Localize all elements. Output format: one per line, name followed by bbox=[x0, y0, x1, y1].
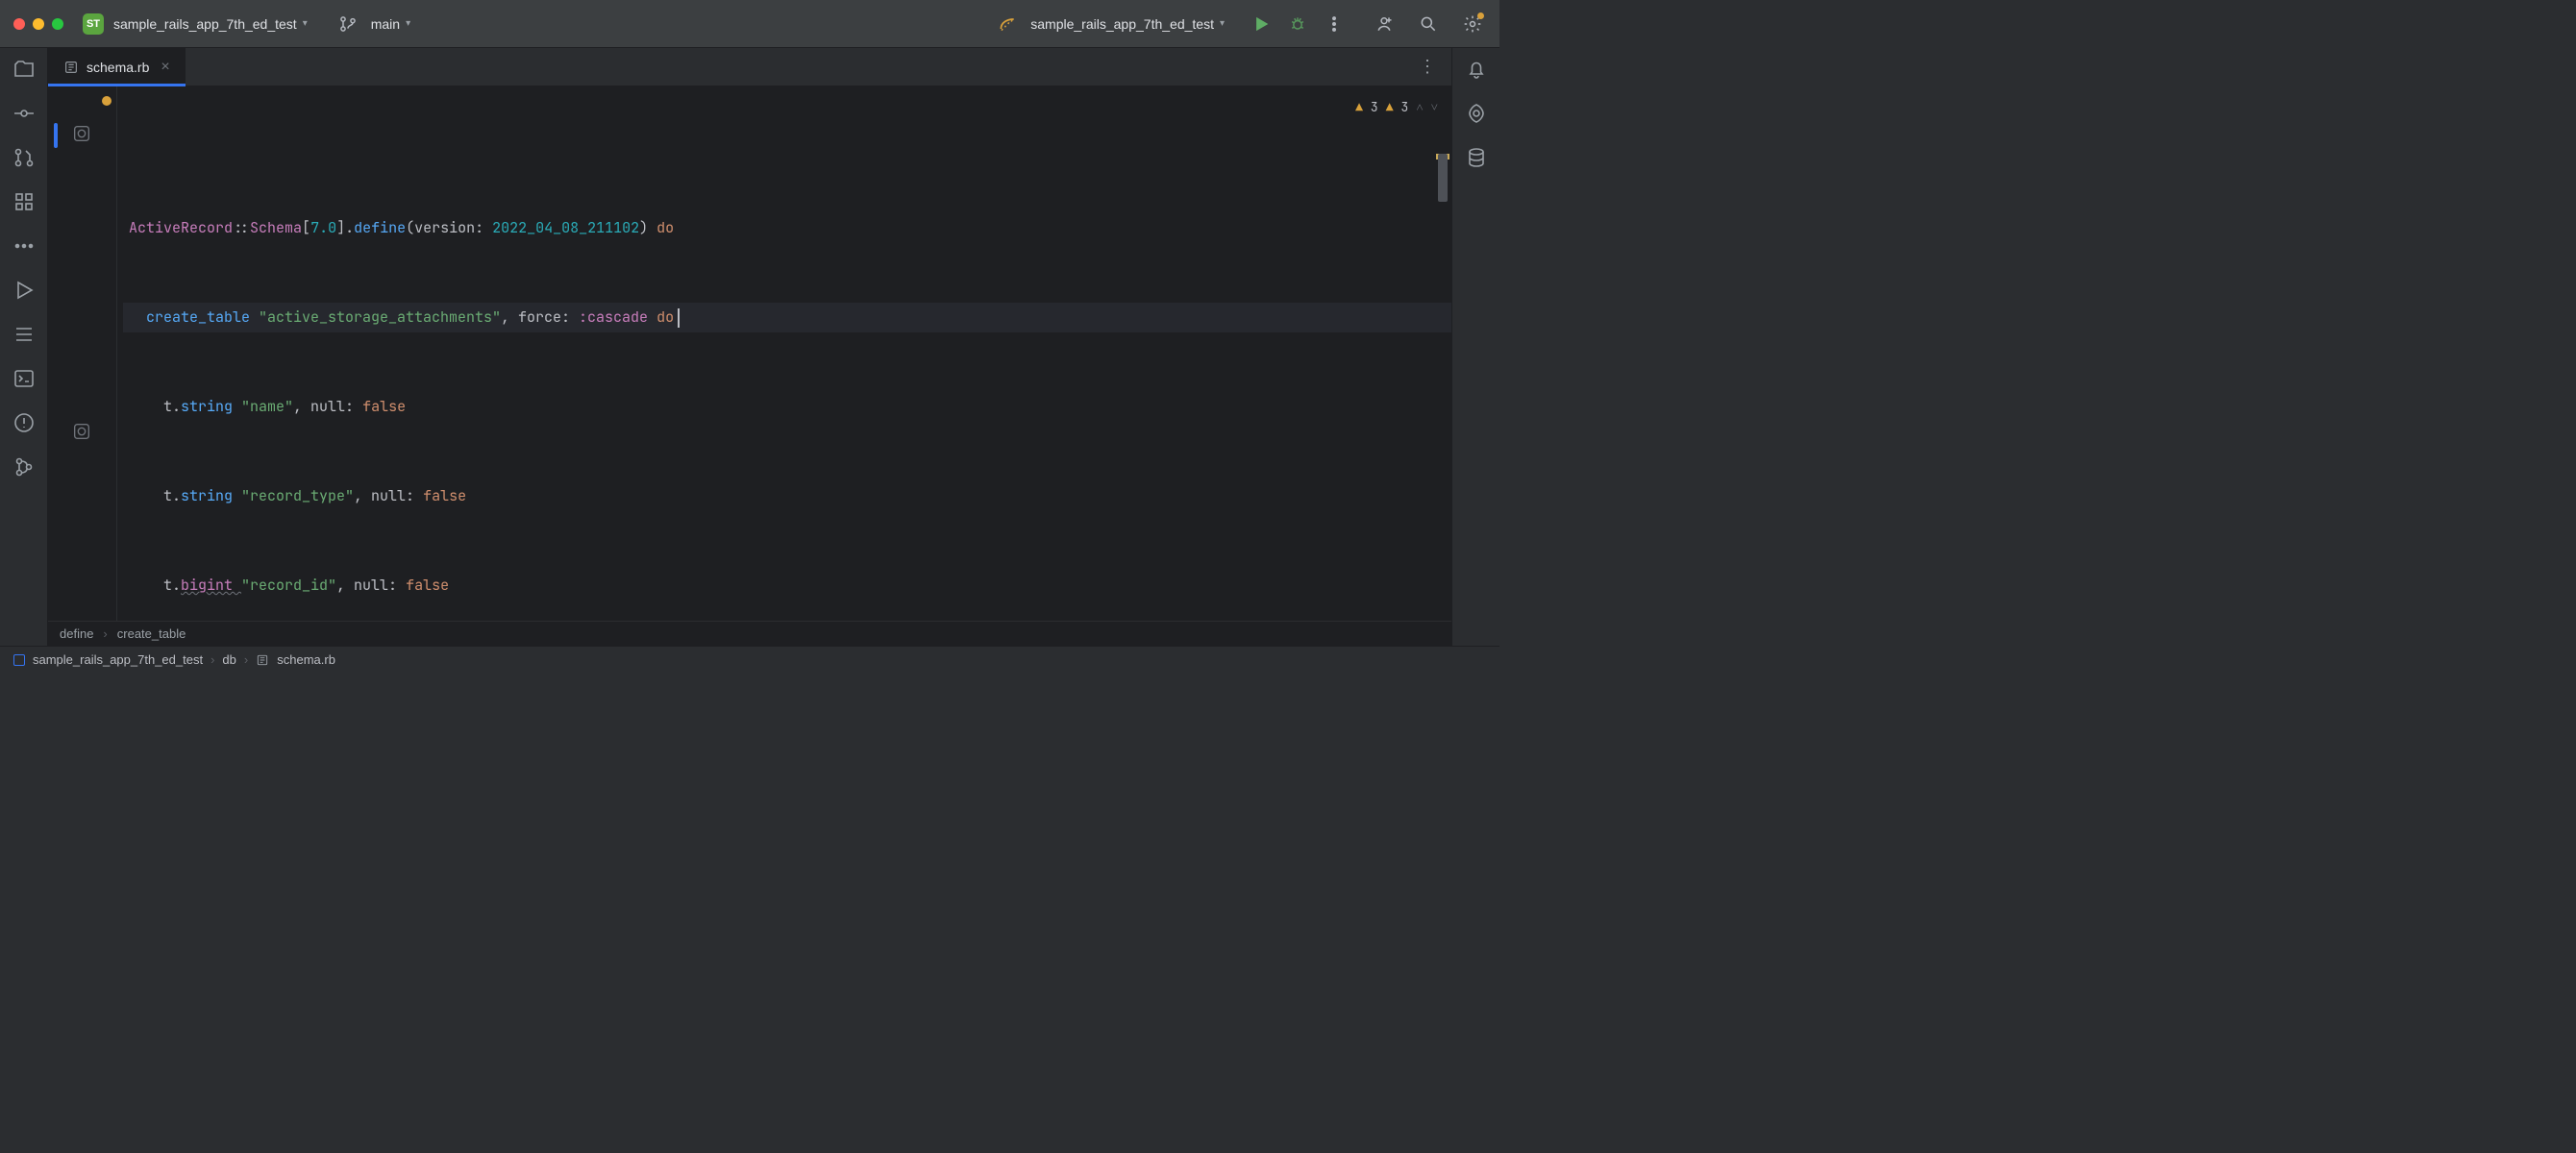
database-tool-icon[interactable] bbox=[1465, 146, 1488, 169]
run-config-name: sample_rails_app_7th_ed_test bbox=[1030, 16, 1214, 32]
crumb-sep: › bbox=[103, 626, 107, 641]
scrollbar-thumb[interactable] bbox=[1438, 154, 1448, 202]
code-with-me-icon[interactable] bbox=[1371, 11, 1398, 37]
project-tool-icon[interactable] bbox=[12, 58, 36, 81]
structure-tool-icon[interactable] bbox=[12, 190, 36, 213]
current-line: create_table "active_storage_attachments… bbox=[123, 303, 1451, 332]
notifications-icon[interactable] bbox=[1465, 58, 1488, 81]
inspection-widget[interactable]: ▲3 ▲3 ˄ ˅ bbox=[1355, 92, 1438, 122]
rails-icon bbox=[994, 11, 1021, 37]
debug-button[interactable] bbox=[1284, 11, 1311, 37]
more-actions-icon[interactable] bbox=[1321, 11, 1348, 37]
minimize-window[interactable] bbox=[33, 18, 44, 30]
nav-file[interactable]: schema.rb bbox=[277, 652, 335, 667]
module-icon bbox=[13, 654, 25, 666]
run-config-selector[interactable]: sample_rails_app_7th_ed_test ▾ bbox=[1030, 16, 1225, 32]
crumb-define[interactable]: define bbox=[60, 626, 93, 641]
ruby-file-icon bbox=[256, 653, 269, 667]
terminal-tool-icon[interactable] bbox=[12, 367, 36, 390]
search-icon[interactable] bbox=[1415, 11, 1442, 37]
editor-area: schema.rb × ⋮ ▲3 ▲3 ˄ ˅ ActiveRecord:: bbox=[48, 48, 1451, 646]
vcs-tool-icon[interactable] bbox=[12, 455, 36, 478]
tab-overflow-icon[interactable]: ⋮ bbox=[1411, 57, 1444, 77]
titlebar: ST sample_rails_app_7th_ed_test ▾ main ▾… bbox=[0, 0, 1499, 48]
gutter-rails-icon[interactable] bbox=[71, 123, 92, 144]
ai-assistant-icon[interactable] bbox=[1465, 102, 1488, 125]
zoom-window[interactable] bbox=[52, 18, 63, 30]
navigation-bar[interactable]: sample_rails_app_7th_ed_test › db › sche… bbox=[0, 646, 1499, 673]
branch-icon[interactable] bbox=[334, 11, 361, 37]
project-badge: ST bbox=[83, 13, 104, 35]
project-name: sample_rails_app_7th_ed_test bbox=[113, 16, 297, 32]
problems-tool-icon[interactable] bbox=[12, 411, 36, 434]
left-toolstrip bbox=[0, 48, 48, 646]
window-controls bbox=[13, 18, 63, 30]
ruby-file-icon bbox=[63, 60, 79, 75]
settings-icon[interactable] bbox=[1459, 11, 1486, 37]
inspection-status-dot[interactable] bbox=[102, 96, 111, 106]
breadcrumbs[interactable]: define › create_table bbox=[48, 621, 1451, 646]
commit-tool-icon[interactable] bbox=[12, 102, 36, 125]
tab-label: schema.rb bbox=[87, 60, 149, 75]
nav-db[interactable]: db bbox=[222, 652, 235, 667]
prev-highlight-icon[interactable]: ˄ bbox=[1416, 92, 1423, 122]
weak-warning-count: 3 bbox=[1401, 92, 1409, 122]
run-tool-icon[interactable] bbox=[12, 279, 36, 302]
gutter-rails-icon[interactable] bbox=[71, 421, 92, 442]
warning-count: 3 bbox=[1371, 92, 1378, 122]
update-indicator bbox=[1477, 12, 1484, 19]
warning-icon: ▲ bbox=[1355, 92, 1363, 122]
tab-schema-rb[interactable]: schema.rb × bbox=[48, 48, 186, 86]
crumb-create-table[interactable]: create_table bbox=[117, 626, 186, 641]
code-content[interactable]: ▲3 ▲3 ˄ ˅ ActiveRecord::Schema[7.0].defi… bbox=[117, 86, 1451, 621]
change-marker[interactable] bbox=[54, 123, 58, 148]
right-toolstrip bbox=[1451, 48, 1499, 646]
more-tools-icon[interactable] bbox=[12, 234, 36, 258]
project-selector[interactable]: sample_rails_app_7th_ed_test ▾ bbox=[113, 16, 308, 32]
pull-requests-icon[interactable] bbox=[12, 146, 36, 169]
branch-name: main bbox=[371, 16, 400, 32]
chevron-down-icon: ▾ bbox=[303, 18, 308, 29]
todo-tool-icon[interactable] bbox=[12, 323, 36, 346]
next-highlight-icon[interactable]: ˅ bbox=[1431, 92, 1438, 122]
close-tab-icon[interactable]: × bbox=[161, 59, 169, 76]
gutter[interactable] bbox=[48, 86, 117, 621]
editor[interactable]: ▲3 ▲3 ˄ ˅ ActiveRecord::Schema[7.0].defi… bbox=[48, 86, 1451, 621]
chevron-down-icon: ▾ bbox=[1220, 18, 1225, 29]
chevron-down-icon: ▾ bbox=[406, 18, 410, 29]
warning-icon: ▲ bbox=[1386, 92, 1394, 122]
close-window[interactable] bbox=[13, 18, 25, 30]
branch-selector[interactable]: main ▾ bbox=[371, 16, 410, 32]
editor-tabs: schema.rb × ⋮ bbox=[48, 48, 1451, 86]
nav-project[interactable]: sample_rails_app_7th_ed_test bbox=[33, 652, 203, 667]
caret bbox=[678, 308, 680, 328]
run-button[interactable] bbox=[1248, 11, 1275, 37]
